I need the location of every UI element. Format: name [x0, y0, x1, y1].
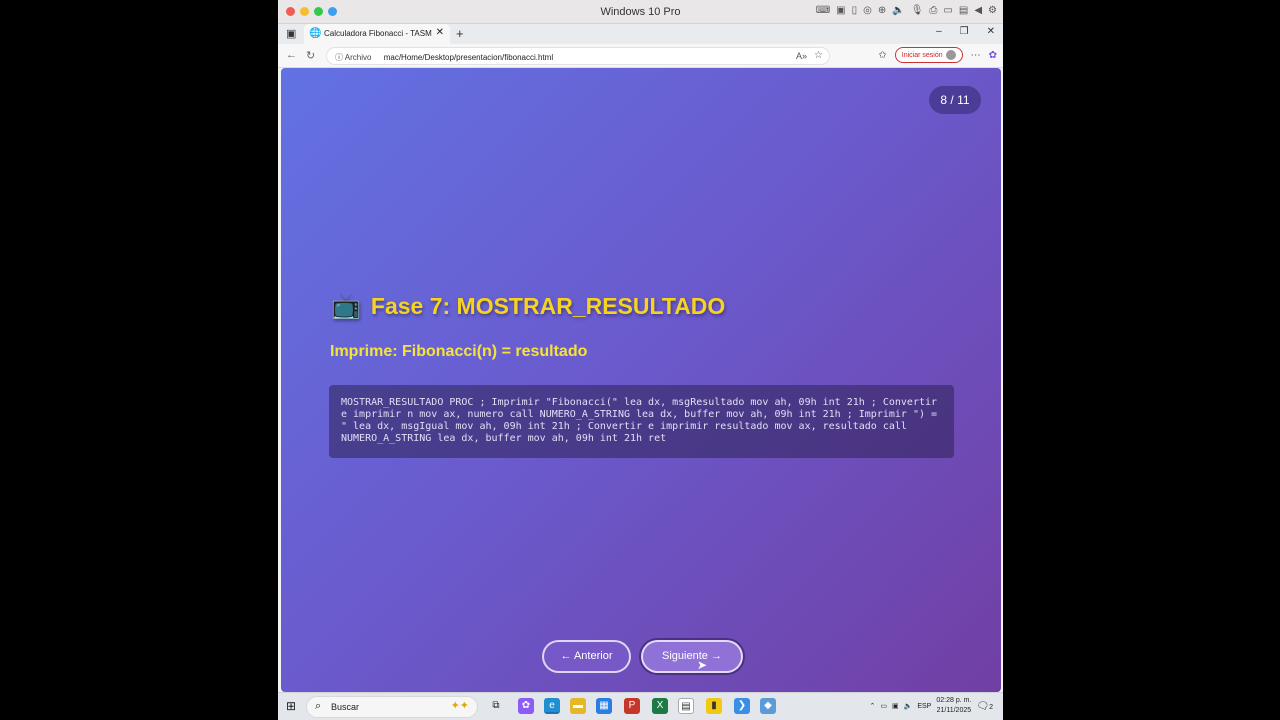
info-icon[interactable]: ⓘ Archivo [335, 53, 371, 62]
slide-title-text: Fase 7: MOSTRAR_RESULTADO [370, 293, 726, 319]
reload-icon[interactable]: ↻ [306, 49, 315, 62]
sparkle-icon: ✦✦ [450, 700, 469, 712]
slide-subtitle: Imprime: Fibonacci(n) = resultado [330, 343, 588, 360]
battery-icon[interactable]: ▭ [880, 702, 887, 710]
taskbar-search[interactable]: ⌕ Buscar ✦✦ [306, 696, 478, 718]
clock[interactable]: 02:28 p. m. 21/11/2025 [936, 696, 971, 716]
back-icon[interactable]: ◀ [974, 5, 982, 16]
login-button[interactable]: Iniciar sesión [894, 47, 963, 63]
restore-icon[interactable]: ❐ [960, 26, 969, 37]
notifications-count: 2 [989, 703, 993, 711]
vm-toolbar: ⌨ ▣ ▯ ◎ ⊕ 🔈 🎙 ⎙ ▭ ▤ ◀ ⚙ [816, 5, 997, 16]
address-bar-row: ← ↻ ⓘ Archivo mac/Home/Desktop/presentac… [278, 44, 1003, 68]
tab-fibonacci[interactable]: 🌐 Calculadora Fibonacci - TASM ✕ [304, 24, 450, 44]
tv-icon: 📺 [331, 293, 361, 320]
clock-date: 21/11/2025 [936, 707, 972, 714]
app-icon[interactable]: ◆ [760, 698, 776, 714]
login-label: Iniciar sesión [901, 51, 943, 59]
volume-icon[interactable]: 🔈 [904, 702, 913, 710]
printer-icon[interactable]: ⎙ [929, 5, 937, 16]
gear-icon[interactable]: ⚙ [988, 5, 997, 16]
keyboard-icon[interactable]: ⌨ [816, 5, 830, 16]
display-icon[interactable]: ▣ [836, 5, 845, 16]
address-bar[interactable]: ⓘ Archivo mac/Home/Desktop/presentacion/… [326, 47, 830, 65]
close-icon[interactable]: ✕ [987, 26, 995, 37]
presentation-slide: 8 / 11 📺 Fase 7: MOSTRAR_RESULTADO Impri… [281, 68, 1001, 692]
slide-counter: 8 / 11 [929, 86, 981, 114]
camera-icon[interactable]: ▭ [943, 5, 952, 16]
more-icon[interactable]: ⋯ [971, 50, 981, 61]
globe-icon: 🌐 [309, 28, 322, 39]
powerpoint-icon[interactable]: P [624, 698, 640, 714]
copilot-app-icon[interactable]: ✿ [518, 698, 534, 714]
vscode-icon[interactable]: ❯ [734, 698, 750, 714]
vm-window: Windows 10 Pro ⌨ ▣ ▯ ◎ ⊕ 🔈 🎙 ⎙ ▭ ▤ ◀ ⚙ ▣… [278, 0, 1003, 720]
code-block: MOSTRAR_RESULTADO PROC ; Imprimir "Fibon… [329, 385, 954, 458]
globe-icon[interactable]: ⊕ [878, 5, 886, 16]
clock-time: 02:28 p. m. [936, 697, 972, 704]
usb-icon[interactable]: ▯ [852, 5, 858, 16]
mic-icon[interactable]: 🎙 [911, 5, 924, 16]
language-indicator[interactable]: ESP [917, 703, 931, 710]
task-view-icon[interactable]: ⧉ [488, 698, 504, 714]
search-placeholder: Buscar [331, 702, 360, 712]
excel-icon[interactable]: X [652, 698, 668, 714]
powerbi-icon[interactable]: ▮ [706, 698, 722, 714]
notepad-icon[interactable]: ▤ [678, 698, 694, 714]
minimize-icon[interactable]: – [936, 26, 942, 37]
tray-chevron-icon[interactable]: ⌃ [870, 702, 876, 710]
back-arrow-icon[interactable]: ← [286, 49, 297, 61]
read-aloud-icon[interactable]: A» [796, 51, 807, 61]
next-button[interactable]: Siguiente → [641, 640, 743, 673]
favorite-star-icon[interactable]: ☆ [814, 50, 823, 61]
file-explorer-icon[interactable]: ▬ [570, 698, 586, 714]
prev-button[interactable]: ← Anterior [542, 640, 631, 673]
mouse-cursor-icon: ➤ [697, 658, 708, 672]
network-icon[interactable]: ◎ [863, 5, 872, 16]
store-icon[interactable]: ▦ [596, 698, 612, 714]
speaker-icon[interactable]: 🔈 [892, 5, 904, 16]
slide-title: 📺 Fase 7: MOSTRAR_RESULTADO [331, 292, 725, 321]
favorites-icon[interactable]: ✩ [878, 50, 886, 61]
tab-title: Calculadora Fibonacci - TASM [324, 29, 432, 38]
new-tab-icon[interactable]: + [456, 26, 464, 41]
avatar [945, 50, 956, 60]
search-icon: ⌕ [315, 700, 322, 712]
vm-title-bar: Windows 10 Pro ⌨ ▣ ▯ ◎ ⊕ 🔈 🎙 ⎙ ▭ ▤ ◀ ⚙ [278, 0, 1003, 24]
url-text: mac/Home/Desktop/presentacion/fibonacci.… [383, 53, 554, 62]
tab-strip: ▣ 🌐 Calculadora Fibonacci - TASM ✕ + – ❐… [278, 24, 1003, 44]
folder-icon[interactable]: ▤ [959, 5, 968, 16]
copilot-icon[interactable]: ✿ [989, 50, 997, 61]
close-tab-icon[interactable]: ✕ [436, 27, 444, 38]
windows-start-icon[interactable]: ⊞ [286, 699, 296, 713]
url-scheme-label: Archivo [344, 53, 372, 62]
edge-app-icon[interactable]: e [544, 698, 560, 714]
notifications-icon[interactable]: 🗨2 [976, 701, 993, 712]
browser-actions: ✩ Iniciar sesión ⋯ ✿ [878, 47, 997, 63]
window-controls: – ❐ ✕ [936, 26, 995, 37]
system-tray: ⌃ ▭ ▣ 🔈 ESP 02:28 p. m. 21/11/2025 🗨2 [870, 696, 994, 716]
network-tray-icon[interactable]: ▣ [892, 702, 899, 710]
taskbar: ⊞ ⌕ Buscar ✦✦ ⧉ ✿ e ▬ ▦ P X ▤ ▮ ❯ ◆ ⌃ ▭ … [278, 692, 1003, 720]
tab-actions-icon[interactable]: ▣ [286, 27, 296, 40]
